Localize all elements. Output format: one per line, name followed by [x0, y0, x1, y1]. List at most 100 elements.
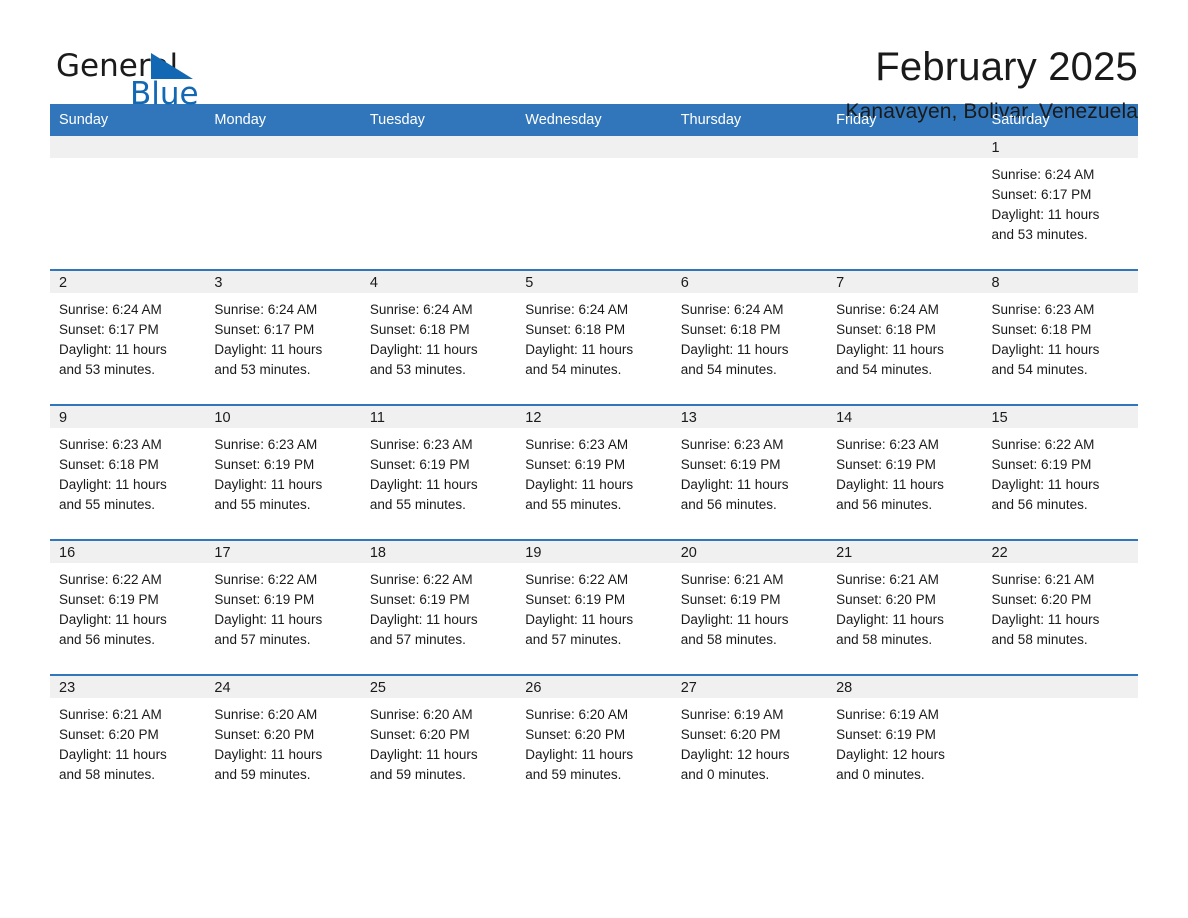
daylight-text-line2: and 56 minutes. [680, 497, 777, 512]
day-number: 7 [827, 271, 983, 293]
calendar-day-cell[interactable]: 5 Sunrise: 6:24 AM Sunset: 6:18 PM Daylight… [516, 269, 672, 405]
generalblue-logo[interactable]: General Blue [50, 44, 250, 114]
sunset-text: Sunset: 6:19 PM [214, 592, 315, 607]
daylight-text-line2: and 59 minutes. [369, 767, 466, 782]
calendar-day-cell[interactable]: 12 Sunrise: 6:23 AM Sunset: 6:19 PM Dayligh… [516, 404, 672, 540]
day-number: 21 [827, 541, 983, 563]
page-title: February 2025 [875, 45, 1138, 89]
day-number: 5 [516, 271, 672, 293]
daylight-text-line1: Daylight: 11 hours [991, 612, 1100, 627]
day-details: Sunrise: 6:24 AM Sunset: 6:17 PM Daylight:… [50, 293, 205, 380]
daylight-text-line1: Daylight: 12 hours [680, 747, 790, 762]
day-details: Sunrise: 6:19 AM Sunset: 6:19 PM Daylight:… [827, 698, 982, 785]
calendar-day-cell[interactable]: 11 Sunrise: 6:23 AM Sunset: 6:19 PM Dayligh… [360, 404, 517, 540]
day-details: Sunrise: 6:19 AM Sunset: 6:20 PM Daylight:… [672, 698, 827, 785]
day-details: Sunrise: 6:24 AM Sunset: 6:18 PM Daylight:… [827, 293, 982, 380]
sunrise-text: Sunrise: 6:24 AM [525, 302, 629, 317]
sunset-text: Sunset: 6:19 PM [836, 457, 936, 472]
calendar-cell-empty [360, 136, 517, 270]
sunrise-text: Sunrise: 6:23 AM [59, 437, 162, 452]
sunrise-text: Sunrise: 6:23 AM [214, 437, 318, 452]
daylight-text-line1: Daylight: 11 hours [991, 342, 1100, 357]
calendar-day-cell[interactable]: 9 Sunrise: 6:23 AM Sunset: 6:18 PM Daylight… [50, 404, 206, 540]
calendar-day-cell[interactable]: 4 Sunrise: 6:24 AM Sunset: 6:18 PM Daylight… [360, 269, 517, 405]
daylight-text-line1: Daylight: 11 hours [991, 477, 1100, 492]
day-number: 12 [516, 406, 672, 428]
daylight-text-line2: and 59 minutes. [214, 767, 311, 782]
day-details: Sunrise: 6:24 AM Sunset: 6:18 PM Daylight:… [361, 293, 516, 380]
calendar-day-cell[interactable]: 16 Sunrise: 6:22 AM Sunset: 6:19 PM Dayligh… [50, 539, 206, 675]
calendar-day-cell[interactable]: 22 Sunrise: 6:21 AM Sunset: 6:20 PM Dayligh… [982, 539, 1138, 675]
sunset-text: Sunset: 6:19 PM [525, 592, 626, 607]
sunrise-text: Sunrise: 6:24 AM [369, 302, 473, 317]
calendar-day-cell[interactable]: 20 Sunrise: 6:21 AM Sunset: 6:19 PM Dayligh… [671, 539, 828, 675]
calendar-day-cell[interactable]: 2 Sunrise: 6:24 AM Sunset: 6:17 PM Daylight… [50, 269, 206, 405]
sunset-text: Sunset: 6:19 PM [836, 727, 936, 742]
calendar-day-cell[interactable]: 28 Sunrise: 6:19 AM Sunset: 6:19 PM Dayligh… [827, 674, 983, 809]
calendar-day-cell[interactable]: 14 Sunrise: 6:23 AM Sunset: 6:19 PM Dayligh… [827, 404, 983, 540]
calendar-day-cell[interactable]: 24 Sunrise: 6:20 AM Sunset: 6:20 PM Dayligh… [205, 674, 361, 809]
daylight-text-line2: and 54 minutes. [991, 362, 1088, 377]
calendar-day-cell[interactable]: 17 Sunrise: 6:22 AM Sunset: 6:19 PM Dayligh… [205, 539, 361, 675]
calendar-day-cell[interactable]: 19 Sunrise: 6:22 AM Sunset: 6:19 PM Dayligh… [516, 539, 672, 675]
daylight-text-line1: Daylight: 11 hours [525, 477, 634, 492]
calendar-day-cell[interactable]: 6 Sunrise: 6:24 AM Sunset: 6:18 PM Daylight… [671, 269, 828, 405]
calendar-day-cell[interactable]: 15 Sunrise: 6:22 AM Sunset: 6:19 PM Dayligh… [982, 404, 1138, 540]
calendar-day-cell[interactable]: 13 Sunrise: 6:23 AM Sunset: 6:19 PM Dayligh… [671, 404, 828, 540]
calendar-day-cell[interactable]: 25 Sunrise: 6:20 AM Sunset: 6:20 PM Dayligh… [360, 674, 517, 809]
day-number: 4 [360, 271, 517, 293]
daylight-text-line1: Daylight: 11 hours [680, 477, 789, 492]
sunset-text: Sunset: 6:19 PM [680, 592, 781, 607]
calendar-day-cell[interactable]: 26 Sunrise: 6:20 AM Sunset: 6:20 PM Dayligh… [516, 674, 672, 809]
daylight-text-line1: Daylight: 11 hours [59, 747, 167, 762]
sunset-text: Sunset: 6:19 PM [525, 457, 626, 472]
sunset-text: Sunset: 6:20 PM [369, 727, 470, 742]
sunrise-text: Sunrise: 6:19 AM [680, 707, 784, 722]
calendar-day-cell[interactable]: 23 Sunrise: 6:21 AM Sunset: 6:20 PM Dayligh… [50, 674, 206, 809]
calendar-day-cell[interactable]: 8 Sunrise: 6:23 AM Sunset: 6:18 PM Daylight… [982, 269, 1138, 405]
calendar-day-cell[interactable]: 1 Sunrise: 6:24 AM Sunset: 6:17 PM Daylight… [982, 136, 1138, 270]
daylight-text-line1: Daylight: 11 hours [369, 612, 478, 627]
calendar-cell-empty [827, 136, 983, 270]
day-details: Sunrise: 6:23 AM Sunset: 6:19 PM Daylight:… [205, 428, 360, 515]
day-number: 6 [671, 271, 828, 293]
daylight-text-line2: and 55 minutes. [369, 497, 466, 512]
daylight-text-line1: Daylight: 11 hours [59, 612, 167, 627]
calendar-day-cell[interactable]: 3 Sunrise: 6:24 AM Sunset: 6:17 PM Daylight… [205, 269, 361, 405]
sunrise-text: Sunrise: 6:21 AM [59, 707, 162, 722]
daylight-text-line1: Daylight: 11 hours [214, 747, 323, 762]
day-details: Sunrise: 6:22 AM Sunset: 6:19 PM Daylight:… [205, 563, 360, 650]
sunset-text: Sunset: 6:18 PM [525, 322, 626, 337]
sunrise-text: Sunrise: 6:24 AM [59, 302, 162, 317]
day-number: 20 [671, 541, 828, 563]
daylight-text-line2: and 54 minutes. [525, 362, 622, 377]
daylight-text-line1: Daylight: 11 hours [59, 342, 167, 357]
sunset-text: Sunset: 6:18 PM [680, 322, 781, 337]
calendar-day-cell[interactable]: 10 Sunrise: 6:23 AM Sunset: 6:19 PM Dayligh… [205, 404, 361, 540]
calendar-day-cell[interactable]: 21 Sunrise: 6:21 AM Sunset: 6:20 PM Dayligh… [827, 539, 983, 675]
calendar-day-cell[interactable]: 18 Sunrise: 6:22 AM Sunset: 6:19 PM Dayligh… [360, 539, 517, 675]
day-details: Sunrise: 6:23 AM Sunset: 6:19 PM Daylight:… [361, 428, 516, 515]
daylight-text-line2: and 54 minutes. [680, 362, 777, 377]
day-details: Sunrise: 6:23 AM Sunset: 6:18 PM Daylight:… [983, 293, 1138, 380]
day-details: Sunrise: 6:24 AM Sunset: 6:17 PM Daylight:… [983, 158, 1138, 245]
sunset-text: Sunset: 6:19 PM [680, 457, 781, 472]
day-number: 8 [982, 271, 1138, 293]
sunrise-text: Sunrise: 6:20 AM [214, 707, 318, 722]
sunrise-text: Sunrise: 6:21 AM [991, 572, 1095, 587]
daylight-text-line2: and 53 minutes. [369, 362, 466, 377]
daylight-text-line2: and 57 minutes. [214, 632, 311, 647]
day-details: Sunrise: 6:24 AM Sunset: 6:18 PM Daylight:… [516, 293, 671, 380]
day-number: 17 [205, 541, 361, 563]
calendar-week-row: 1 Sunrise: 6:24 AM Sunset: 6:17 PM Daylight… [50, 136, 1138, 270]
day-number: 15 [982, 406, 1138, 428]
weekday-header-wednesday: Wednesday [516, 104, 672, 136]
daylight-text-line2: and 57 minutes. [525, 632, 622, 647]
calendar-day-cell[interactable]: 27 Sunrise: 6:19 AM Sunset: 6:20 PM Dayligh… [671, 674, 828, 809]
calendar-day-cell[interactable]: 7 Sunrise: 6:24 AM Sunset: 6:18 PM Daylight… [827, 269, 983, 405]
sunrise-text: Sunrise: 6:22 AM [214, 572, 318, 587]
daylight-text-line2: and 57 minutes. [369, 632, 466, 647]
sunrise-text: Sunrise: 6:23 AM [369, 437, 473, 452]
daylight-text-line1: Daylight: 11 hours [525, 747, 634, 762]
day-number: 23 [50, 676, 206, 698]
